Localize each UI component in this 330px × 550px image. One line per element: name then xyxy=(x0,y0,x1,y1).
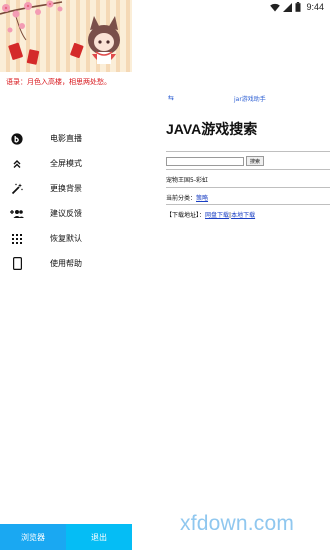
download-prefix: 【下载地址】： xyxy=(166,212,206,219)
divider xyxy=(166,187,330,188)
menu-item-label: 更换背景 xyxy=(50,184,82,193)
menu-item-label: 建议反馈 xyxy=(50,209,82,218)
page-title: JAVA游戏搜索 xyxy=(166,121,258,137)
group-add-icon xyxy=(10,207,24,221)
status-time: 9:44 xyxy=(306,2,324,12)
menu-item-label: 使用帮助 xyxy=(50,259,82,268)
menu-item-movie-live[interactable]: 电影直播 xyxy=(0,126,132,151)
search-input[interactable] xyxy=(166,157,244,166)
chevron-up-double-icon xyxy=(10,157,24,171)
menu-item-label: 恢复默认 xyxy=(50,234,82,243)
wifi-icon xyxy=(270,3,281,12)
category-prefix: 当前分类： xyxy=(166,195,197,202)
signal-icon xyxy=(283,2,293,12)
phone-icon xyxy=(10,257,24,271)
menu-item-label: 电影直播 xyxy=(50,134,82,143)
exit-button[interactable]: 退出 xyxy=(66,524,132,550)
battery-icon xyxy=(295,2,301,12)
cloud-download-link[interactable]: 网盘下载 xyxy=(205,212,229,219)
divider xyxy=(166,151,330,152)
menu-item-restore-defaults[interactable]: 恢复默认 xyxy=(0,226,132,251)
grid-dots-icon xyxy=(10,232,24,246)
menu-item-help[interactable]: 使用帮助 xyxy=(0,251,132,276)
drawer-bottom-buttons: 浏览器 退出 xyxy=(0,524,132,550)
web-toolbar: ⇆ jar游戏助手 xyxy=(168,94,328,104)
header-banner-image xyxy=(0,0,132,72)
browser-button[interactable]: 浏览器 xyxy=(0,524,66,550)
status-icons: 9:44 xyxy=(270,1,324,13)
motto-text: 语录：月色入高楼，相思两处愁。 xyxy=(6,78,111,86)
watermark-text: xfdown.com xyxy=(180,512,295,535)
download-line: 【下载地址】：网盘下载|本地下载 xyxy=(166,210,255,219)
menu-item-fullscreen[interactable]: 全屏模式 xyxy=(0,151,132,176)
divider xyxy=(166,169,330,170)
magic-wand-icon xyxy=(10,182,24,196)
menu-item-feedback[interactable]: 建议反馈 xyxy=(0,201,132,226)
menu-item-label: 全屏模式 xyxy=(50,159,82,168)
search-button[interactable]: 搜索 xyxy=(246,156,264,166)
category-link[interactable]: 策略 xyxy=(196,195,208,202)
web-site-title[interactable]: jar游戏助手 xyxy=(234,94,266,103)
local-download-link[interactable]: 本地下载 xyxy=(231,212,255,219)
navigation-drawer: 语录：月色入高楼，相思两处愁。 电影直播 全屏模式 更换背景 建议反馈 恢复默认… xyxy=(0,0,132,550)
drawer-menu: 电影直播 全屏模式 更换背景 建议反馈 恢复默认 使用帮助 xyxy=(0,126,132,276)
switch-icon[interactable]: ⇆ xyxy=(168,94,174,102)
menu-item-change-background[interactable]: 更换背景 xyxy=(0,176,132,201)
divider xyxy=(166,204,330,205)
game-name: 宠物王国5-彩虹 xyxy=(166,177,208,184)
category-line: 当前分类：策略 xyxy=(166,193,208,202)
b-circle-icon xyxy=(10,132,24,146)
